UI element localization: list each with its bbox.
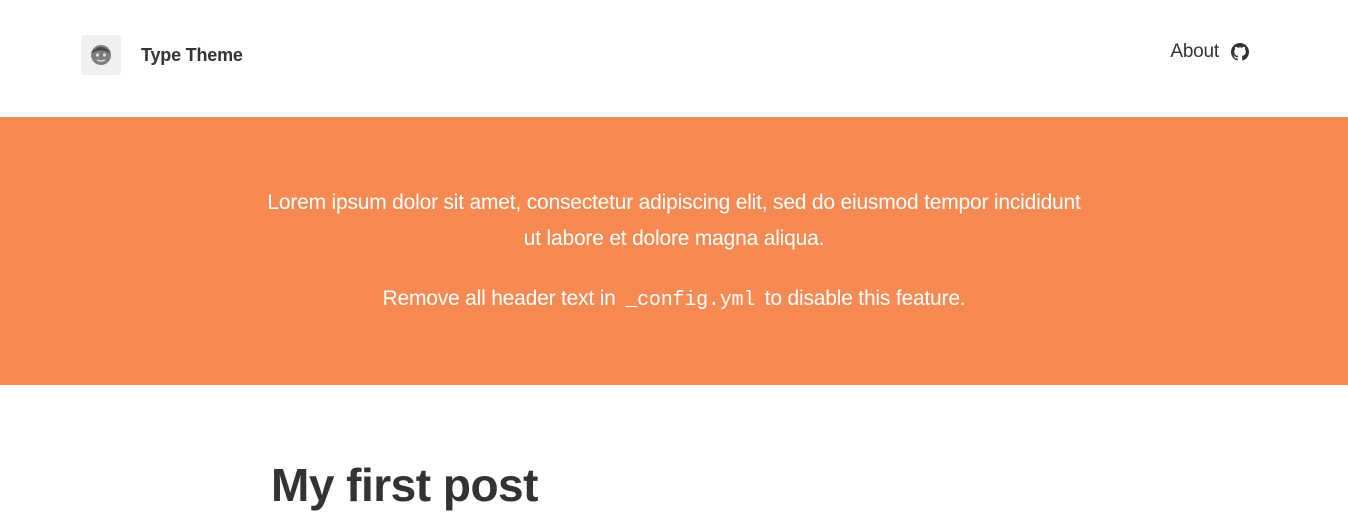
avatar-face-icon (91, 45, 111, 65)
post-title-link[interactable]: My first post (271, 455, 538, 515)
site-header: Type Theme About (0, 0, 1348, 117)
main-nav: About (1170, 41, 1249, 63)
avatar (81, 35, 121, 75)
hero-config-note: Remove all header text in _config.yml to… (264, 281, 1084, 319)
hero-description: Lorem ipsum dolor sit amet, consectetur … (267, 191, 1081, 250)
nav-link-about[interactable]: About (1170, 41, 1219, 63)
hero-note-prefix: Remove all header text in (382, 287, 616, 310)
hero-note-suffix: to disable this feature. (764, 287, 966, 310)
site-brand-link[interactable]: Type Theme (81, 35, 243, 75)
site-title: Type Theme (141, 44, 243, 65)
config-filename: _config.yml (625, 289, 756, 312)
main-content: My first post (271, 455, 538, 515)
hero-content: Lorem ipsum dolor sit amet, consectetur … (264, 117, 1084, 319)
hero-banner: Lorem ipsum dolor sit amet, consectetur … (0, 117, 1348, 385)
github-icon[interactable] (1231, 43, 1249, 61)
